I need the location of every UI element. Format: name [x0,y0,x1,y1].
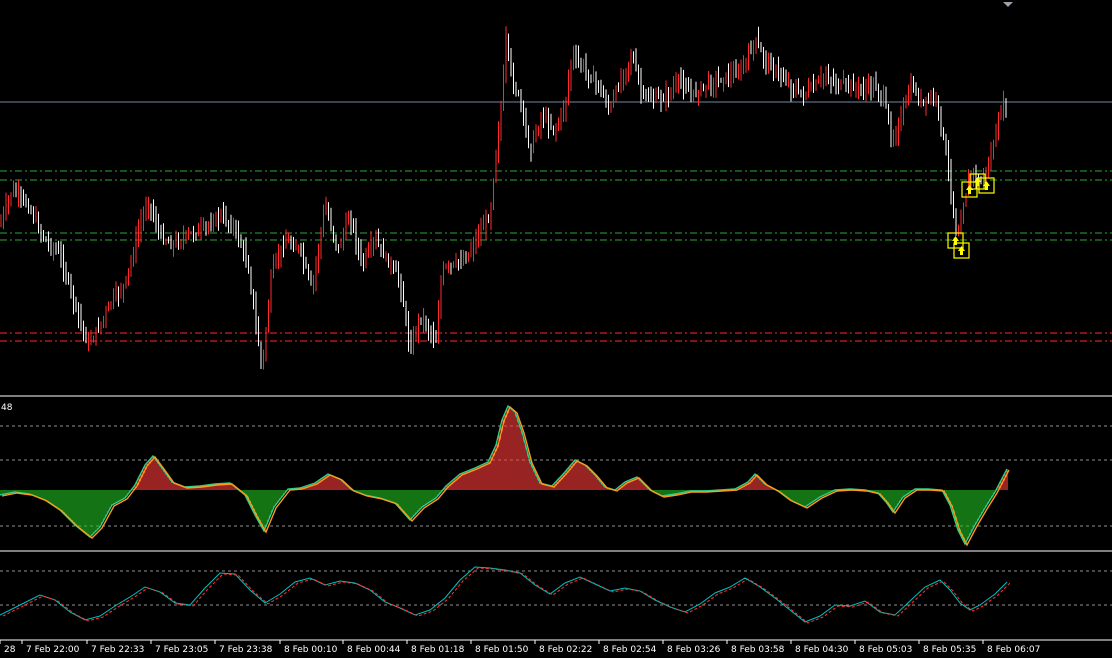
time-axis: 28 7 Feb 22:00 7 Feb 22:33 7 Feb 23:05 7 Feb… [0,639,1112,655]
time-tick-label: 8 Feb 00:10 [284,645,338,655]
time-tick-label: 7 Feb 23:38 [219,645,273,655]
indicator1-label: 48 [1,403,13,413]
time-tick-label: 7 Feb 22:33 [91,645,144,655]
arrow-up-icon [958,246,965,255]
price-chart[interactable]: 48 28 7 Feb 22:00 7 Feb 22:33 7 Feb 23:05 7 … [0,0,1112,658]
time-tick-label: 7 Feb 23:05 [155,645,208,655]
time-tick-label: 8 Feb 05:35 [923,645,976,655]
time-tick-label: 8 Feb 02:54 [603,645,657,655]
arrow-up-icon [952,236,959,245]
time-tick-label: 8 Feb 01:18 [411,645,465,655]
oscillator-main-line [0,566,1008,623]
time-tick-label: 8 Feb 00:44 [347,645,401,655]
time-tick-label: 8 Feb 05:03 [859,645,912,655]
time-tick-label: 28 [4,645,16,655]
oscillator-indicator [0,566,1112,624]
time-tick-label: 8 Feb 02:22 [539,645,592,655]
time-tick-label: 7 Feb 22:00 [26,645,80,655]
time-tick-label: 8 Feb 04:30 [795,645,849,655]
time-tick-label: 8 Feb 06:07 [987,645,1040,655]
histogram-indicator [0,404,1112,547]
shift-marker-icon[interactable] [1003,2,1013,7]
time-tick-label: 8 Feb 03:26 [667,645,721,655]
time-tick-label: 8 Feb 01:50 [475,645,529,655]
time-tick-label: 8 Feb 03:58 [731,645,785,655]
price-bars [0,26,1007,370]
oscillator-signal-line [2,567,1011,624]
